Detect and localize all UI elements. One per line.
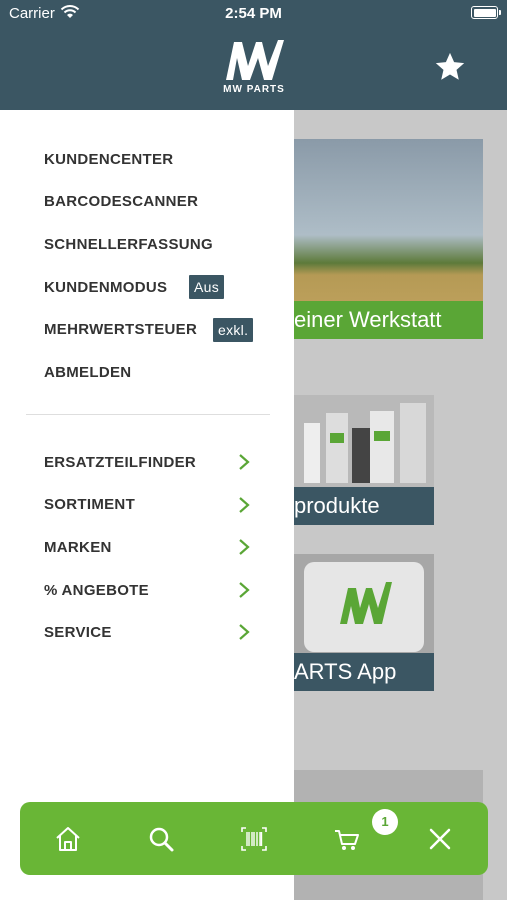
- app-header: MW PARTS: [0, 26, 507, 110]
- chevron-right-icon: [239, 496, 250, 513]
- menu-item-mehrwertsteuer[interactable]: MEHRWERTSTEUER exkl.: [44, 308, 254, 351]
- menu-item-label: BARCODESCANNER: [44, 193, 199, 211]
- menu-item-label: SERVICE: [44, 624, 112, 642]
- menu-item-marken[interactable]: MARKEN: [44, 526, 250, 569]
- promo-card-app[interactable]: ARTS App: [294, 554, 434, 691]
- promo-card-workshop[interactable]: einer Werkstatt: [294, 139, 483, 339]
- status-bar: Carrier 2:54 PM: [0, 0, 507, 26]
- kundenmodus-toggle[interactable]: Aus: [189, 275, 225, 300]
- menu-item-label: KUNDENMODUS: [44, 278, 168, 296]
- menu-item-label: SCHNELLERFASSUNG: [44, 235, 213, 253]
- chevron-right-icon: [239, 539, 250, 556]
- barcode-icon[interactable]: [239, 824, 269, 854]
- menu-item-ersatzteilfinder[interactable]: ERSATZTEILFINDER: [44, 441, 250, 484]
- background-content: einer Werkstatt produkte ARTS App: [294, 110, 507, 900]
- bottom-tab-bar: 1: [20, 802, 488, 875]
- menu-item-service[interactable]: SERVICE: [44, 611, 250, 654]
- menu-item-kundencenter[interactable]: KUNDENCENTER: [44, 138, 213, 181]
- mehrwertsteuer-toggle[interactable]: exkl.: [213, 317, 254, 342]
- logo-text: MW PARTS: [223, 84, 285, 95]
- menu-item-angebote[interactable]: % ANGEBOTE: [44, 569, 250, 612]
- menu-bottom-section: ERSATZTEILFINDER SORTIMENT MARKEN % ANGE…: [44, 441, 250, 654]
- promo-card-products[interactable]: produkte: [294, 395, 434, 525]
- cart-count-badge: 1: [372, 809, 398, 835]
- menu-item-label: % ANGEBOTE: [44, 581, 149, 599]
- menu-divider: [26, 414, 270, 415]
- chevron-right-icon: [239, 624, 250, 641]
- menu-item-label: SORTIMENT: [44, 496, 136, 514]
- status-time: 2:54 PM: [225, 5, 282, 22]
- menu-item-abmelden[interactable]: ABMELDEN: [44, 351, 213, 394]
- menu-item-label: MEHRWERTSTEUER: [44, 321, 198, 339]
- menu-item-label: ABMELDEN: [44, 363, 132, 381]
- side-menu-drawer: KUNDENCENTER BARCODESCANNER SCHNELLERFAS…: [0, 110, 294, 900]
- promo-card-caption: ARTS App: [294, 653, 434, 691]
- chevron-right-icon: [239, 454, 250, 470]
- product-cans-image: [304, 403, 426, 483]
- menu-top-section: KUNDENCENTER BARCODESCANNER SCHNELLERFAS…: [44, 138, 254, 394]
- promo-card-caption: produkte: [294, 487, 434, 525]
- search-icon[interactable]: [146, 824, 176, 854]
- home-icon[interactable]: [53, 824, 83, 854]
- menu-item-schnellerfassung[interactable]: SCHNELLERFASSUNG: [44, 223, 213, 266]
- menu-item-sortiment[interactable]: SORTIMENT: [44, 484, 250, 527]
- menu-item-label: ERSATZTEILFINDER: [44, 453, 197, 471]
- chevron-right-icon: [239, 581, 250, 598]
- mw-logo-icon[interactable]: MW PARTS: [222, 38, 286, 98]
- menu-item-label: MARKEN: [44, 538, 112, 556]
- battery-icon: [471, 6, 501, 19]
- menu-item-label: KUNDENCENTER: [44, 150, 174, 168]
- promo-card-caption: einer Werkstatt: [294, 301, 483, 339]
- app-phone-image: [304, 562, 424, 652]
- close-icon[interactable]: [425, 824, 455, 854]
- menu-item-kundenmodus[interactable]: KUNDENMODUS Aus: [44, 266, 225, 309]
- menu-item-barcodescanner[interactable]: BARCODESCANNER: [44, 181, 213, 224]
- star-icon[interactable]: [433, 50, 467, 84]
- cart-icon[interactable]: [332, 824, 362, 854]
